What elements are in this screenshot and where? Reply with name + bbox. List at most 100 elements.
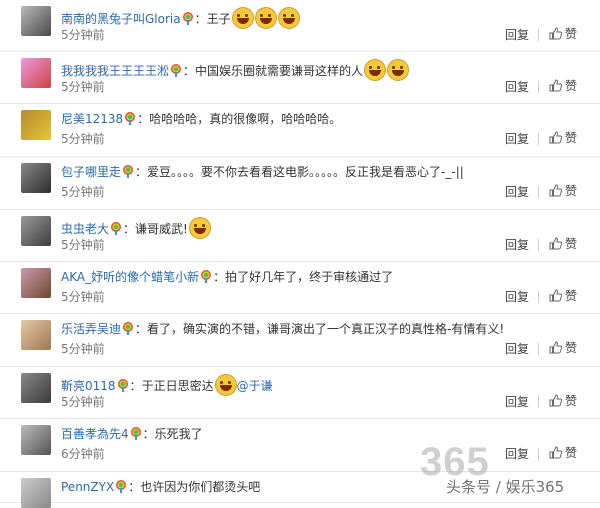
like-label: 赞 (565, 184, 578, 198)
mention-link[interactable]: @于谦 (237, 379, 273, 393)
timestamp: 5分钟前 (61, 185, 105, 199)
like-button[interactable]: 赞 (549, 237, 577, 251)
thumbs-up-icon (549, 394, 563, 407)
comment-item: 包子哪里走 ：爱豆。。。。要不你去看看这电影。。。。。反正我是看恶心了-_-|| 5… (0, 157, 600, 210)
like-label: 赞 (565, 446, 578, 460)
comment-line: 南南的黑兔子叫Gloria ：王子 (61, 7, 300, 29)
avatar[interactable] (21, 6, 51, 36)
rainbow-badge-icon[interactable] (182, 12, 194, 25)
reply-button[interactable]: 回复 (505, 238, 529, 252)
avatar[interactable] (21, 268, 51, 298)
avatar[interactable] (21, 163, 51, 193)
rainbow-badge-icon[interactable] (122, 322, 134, 335)
avatar[interactable] (21, 216, 51, 246)
like-button[interactable]: 赞 (549, 184, 577, 198)
username-link[interactable]: AKA_妤听的像个蜡笔小新 (61, 270, 199, 284)
comment-line: 我我我我王王王王淞 ：中国娱乐圈就需要谦哥这样的人 (61, 59, 410, 81)
avatar[interactable] (21, 58, 51, 88)
rainbow-badge-icon[interactable] (170, 64, 182, 77)
like-button[interactable]: 赞 (549, 341, 577, 355)
thumbs-up-icon (549, 446, 563, 459)
comment-item: 我我我我王王王王淞 ：中国娱乐圈就需要谦哥这样的人 5分钟前 回复 赞 (0, 52, 600, 104)
reply-button[interactable]: 回复 (505, 342, 529, 356)
thumbs-up-icon (549, 289, 563, 302)
like-button[interactable]: 赞 (549, 394, 577, 408)
username-link[interactable]: PennZYX (61, 480, 114, 494)
reply-button[interactable]: 回复 (505, 132, 529, 146)
like-button[interactable]: 赞 (549, 131, 577, 145)
comment-text: 中国娱乐圈就需要谦哥这样的人 (195, 64, 364, 78)
username-link[interactable]: 我我我我王王王王淞 (61, 64, 169, 78)
rainbow-badge-icon[interactable] (122, 165, 134, 178)
laughing-emoji-icon (254, 7, 277, 29)
thumbs-up-icon (549, 27, 563, 40)
comment-text: 看了，确实演的不错，谦哥演出了一个真正汉子的真性格-有情有义! (147, 322, 505, 336)
comment-line: AKA_妤听的像个蜡笔小新 ：拍了好几年了，终于审核通过了 (61, 270, 394, 284)
avatar[interactable] (21, 373, 51, 403)
like-label: 赞 (565, 27, 578, 41)
username-link[interactable]: 乐活弄吴迪 (61, 322, 121, 336)
comment-item: 乐活弄吴迪 ：看了，确实演的不错，谦哥演出了一个真正汉子的真性格-有情有义! 5分钟… (0, 314, 600, 367)
username-link[interactable]: 包子哪里走 (61, 165, 121, 179)
thumbs-up-icon (549, 131, 563, 144)
comment-item: 南南的黑兔子叫Gloria ：王子 5分钟前 回复 赞 (0, 0, 600, 52)
comment-line: 乐活弄吴迪 ：看了，确实演的不错，谦哥演出了一个真正汉子的真性格-有情有义! (61, 322, 505, 336)
like-button[interactable]: 赞 (549, 446, 577, 460)
thumbs-up-icon (549, 237, 563, 250)
timestamp: 6分钟前 (61, 447, 105, 461)
comment-line: 虫虫老大 ：谦哥威武! (61, 217, 211, 239)
comment-text: 拍了好几年了，终于审核通过了 (225, 270, 394, 284)
comment-text: 谦哥威武! (135, 222, 188, 236)
comment-line: 靳亮0118 ：于正日思密达 @于谦 (61, 374, 273, 396)
avatar[interactable] (21, 320, 51, 350)
rainbow-badge-icon[interactable] (110, 222, 122, 235)
laughing-emoji-icon (214, 374, 237, 396)
thumbs-up-icon (549, 184, 563, 197)
reply-button[interactable]: 回复 (505, 395, 529, 409)
rainbow-badge-icon[interactable] (130, 427, 142, 440)
action-separator (538, 448, 539, 460)
like-button[interactable]: 赞 (549, 79, 577, 93)
avatar[interactable] (21, 110, 51, 140)
username-link[interactable]: 百善孝為先4 (61, 427, 129, 441)
username-link[interactable]: 靳亮0118 (61, 379, 116, 393)
username-link[interactable]: 虫虫老大 (61, 222, 109, 236)
comment-item: 尼美12138 ：哈哈哈哈，真的很像啊，哈哈哈哈。 5分钟前 回复 赞 (0, 104, 600, 157)
comment-text: 哈哈哈哈，真的很像啊，哈哈哈哈。 (149, 112, 342, 126)
like-label: 赞 (565, 341, 578, 355)
comment-line: PennZYX ：也许因为你们都烫头吧 (61, 480, 261, 494)
like-button[interactable]: 赞 (549, 27, 577, 41)
rainbow-badge-icon[interactable] (124, 112, 136, 125)
username-link[interactable]: 尼美12138 (61, 112, 123, 126)
reply-button[interactable]: 回复 (505, 290, 529, 304)
comment-item: PennZYX ：也许因为你们都烫头吧 (0, 472, 600, 508)
reply-button[interactable]: 回复 (505, 185, 529, 199)
comment-text: 于正日思密达 (141, 379, 214, 393)
comment-item: AKA_妤听的像个蜡笔小新 ：拍了好几年了，终于审核通过了 5分钟前 回复 赞 (0, 262, 600, 314)
laughing-emoji-icon (277, 7, 300, 29)
laughing-emoji-icon (387, 59, 410, 81)
like-label: 赞 (565, 394, 578, 408)
timestamp: 5分钟前 (61, 132, 105, 146)
like-button[interactable]: 赞 (549, 289, 577, 303)
like-label: 赞 (565, 237, 578, 251)
action-separator (538, 186, 539, 198)
username-link[interactable]: 南南的黑兔子叫Gloria (61, 12, 181, 26)
reply-button[interactable]: 回复 (505, 447, 529, 461)
timestamp: 5分钟前 (61, 80, 105, 94)
timestamp: 5分钟前 (61, 28, 105, 42)
comment-item: 虫虫老大 ：谦哥威武! 5分钟前 回复 赞 (0, 210, 600, 262)
action-separator (538, 343, 539, 355)
rainbow-badge-icon[interactable] (117, 379, 129, 392)
timestamp: 5分钟前 (61, 238, 105, 252)
comment-line: 百善孝為先4 ：乐死我了 (61, 427, 203, 441)
rainbow-badge-icon[interactable] (200, 270, 212, 283)
rainbow-badge-icon[interactable] (115, 480, 127, 493)
avatar[interactable] (21, 478, 51, 508)
laughing-emoji-icon (188, 217, 211, 239)
comment-line: 尼美12138 ：哈哈哈哈，真的很像啊，哈哈哈哈。 (61, 112, 342, 126)
reply-button[interactable]: 回复 (505, 28, 529, 42)
avatar[interactable] (21, 425, 51, 455)
timestamp: 5分钟前 (61, 395, 105, 409)
reply-button[interactable]: 回复 (505, 80, 529, 94)
